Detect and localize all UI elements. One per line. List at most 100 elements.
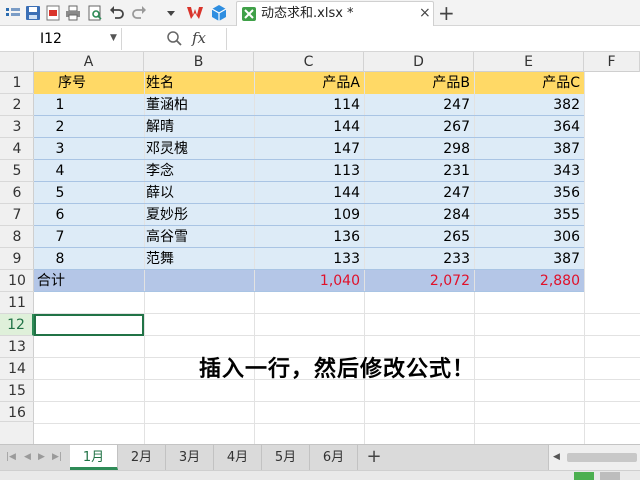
product-a-cell[interactable]: 144 [254,182,360,204]
row-header[interactable]: 16 [0,402,34,422]
name-cell[interactable]: 高谷雪 [146,226,246,248]
index-cell[interactable]: 3 [34,138,86,160]
row-header[interactable]: 13 [0,336,34,358]
product-b-cell[interactable]: 233 [364,248,470,270]
formula-input[interactable] [226,28,640,50]
scroll-left-icon[interactable]: ◀ [553,452,560,462]
add-sheet-icon[interactable]: + [364,445,384,470]
product-b-cell[interactable]: 267 [364,116,470,138]
product-c-cell[interactable]: 355 [474,204,580,226]
worksheet-grid[interactable]: 序号 姓名 产品A 产品B 产品C 1 董涵柏 114 247 382 2 解晴… [34,72,640,444]
product-a-cell[interactable]: 109 [254,204,360,226]
row-header[interactable]: 9 [0,248,34,270]
row-header-active[interactable]: 12 [0,314,34,336]
index-cell[interactable]: 1 [34,94,86,116]
product-a-cell[interactable]: 133 [254,248,360,270]
customize-dropdown-icon[interactable] [162,4,180,22]
product-a-cell[interactable]: 114 [254,94,360,116]
column-header-c[interactable]: C [254,52,364,72]
sheet-tab-may[interactable]: 5月 [262,445,310,470]
horizontal-scrollbar[interactable]: ◀ [548,445,640,470]
undo-icon[interactable] [108,4,126,22]
row-header[interactable]: 11 [0,292,34,314]
header-cell-name[interactable]: 姓名 [146,72,246,94]
product-c-cell[interactable]: 364 [474,116,580,138]
column-header-f[interactable]: F [584,52,640,72]
index-cell[interactable]: 4 [34,160,86,182]
row-header[interactable]: 6 [0,182,34,204]
prev-sheet-icon[interactable]: ◀ [24,452,31,462]
column-header-a[interactable]: A [34,52,144,72]
product-b-cell[interactable]: 265 [364,226,470,248]
next-sheet-icon[interactable]: ▶ [38,452,45,462]
total-product-a-cell[interactable]: 1,040 [254,270,360,292]
export-pdf-icon[interactable] [44,4,62,22]
row-header[interactable]: 7 [0,204,34,226]
product-c-cell[interactable]: 387 [474,138,580,160]
cloud-cube-icon[interactable] [210,4,228,22]
sheet-tab-mar[interactable]: 3月 [166,445,214,470]
product-a-cell[interactable]: 147 [254,138,360,160]
sheet-tab-jun[interactable]: 6月 [310,445,358,470]
row-header[interactable]: 3 [0,116,34,138]
index-cell[interactable]: 8 [34,248,86,270]
name-box-dropdown-icon[interactable]: ▼ [110,33,117,43]
product-c-cell[interactable]: 306 [474,226,580,248]
product-b-cell[interactable]: 298 [364,138,470,160]
name-cell[interactable]: 夏妙彤 [146,204,246,226]
name-cell[interactable]: 薛以 [146,182,246,204]
total-label-cell[interactable]: 合计 [37,270,137,292]
insert-function-icon[interactable]: fx [192,29,206,47]
product-c-cell[interactable]: 382 [474,94,580,116]
last-sheet-icon[interactable]: ▶| [52,452,62,462]
column-header-e[interactable]: E [474,52,584,72]
product-c-cell[interactable]: 356 [474,182,580,204]
total-product-b-cell[interactable]: 2,072 [364,270,470,292]
column-header-d[interactable]: D [364,52,474,72]
wps-logo-icon[interactable] [186,4,204,22]
header-cell-product-c[interactable]: 产品C [474,72,580,94]
save-icon[interactable] [24,4,42,22]
product-a-cell[interactable]: 136 [254,226,360,248]
product-a-cell[interactable]: 144 [254,116,360,138]
normal-view-icon[interactable] [574,472,594,480]
total-product-c-cell[interactable]: 2,880 [474,270,580,292]
first-sheet-icon[interactable]: |◀ [6,452,16,462]
find-function-icon[interactable] [166,30,182,46]
name-cell[interactable]: 解晴 [146,116,246,138]
index-cell[interactable]: 7 [34,226,86,248]
document-tab[interactable]: 动态求和.xlsx * × [236,1,434,26]
new-tab-icon[interactable]: + [438,2,455,24]
row-header[interactable]: 10 [0,270,34,292]
row-header[interactable]: 8 [0,226,34,248]
product-c-cell[interactable]: 387 [474,248,580,270]
index-cell[interactable]: 5 [34,182,86,204]
name-cell[interactable]: 李念 [146,160,246,182]
product-b-cell[interactable]: 247 [364,182,470,204]
product-b-cell[interactable]: 247 [364,94,470,116]
sheet-tab-feb[interactable]: 2月 [118,445,166,470]
name-cell[interactable]: 董涵柏 [146,94,246,116]
print-icon[interactable] [64,4,82,22]
scrollbar-thumb[interactable] [567,453,637,462]
row-header[interactable]: 1 [0,72,34,94]
app-menu-icon[interactable] [4,4,22,22]
row-header[interactable]: 15 [0,380,34,402]
row-header[interactable]: 4 [0,138,34,160]
close-tab-icon[interactable]: × [419,5,431,21]
print-preview-icon[interactable] [86,4,104,22]
select-all-corner[interactable] [0,52,34,72]
product-c-cell[interactable]: 343 [474,160,580,182]
row-header[interactable]: 5 [0,160,34,182]
column-header-b[interactable]: B [144,52,254,72]
header-cell-product-a[interactable]: 产品A [254,72,360,94]
name-cell[interactable]: 范舞 [146,248,246,270]
row-header[interactable]: 2 [0,94,34,116]
redo-icon[interactable] [130,4,148,22]
product-b-cell[interactable]: 231 [364,160,470,182]
name-cell[interactable]: 邓灵槐 [146,138,246,160]
sheet-tab-apr[interactable]: 4月 [214,445,262,470]
product-a-cell[interactable]: 113 [254,160,360,182]
sheet-tab-jan[interactable]: 1月 [70,445,118,470]
index-cell[interactable]: 6 [34,204,86,226]
